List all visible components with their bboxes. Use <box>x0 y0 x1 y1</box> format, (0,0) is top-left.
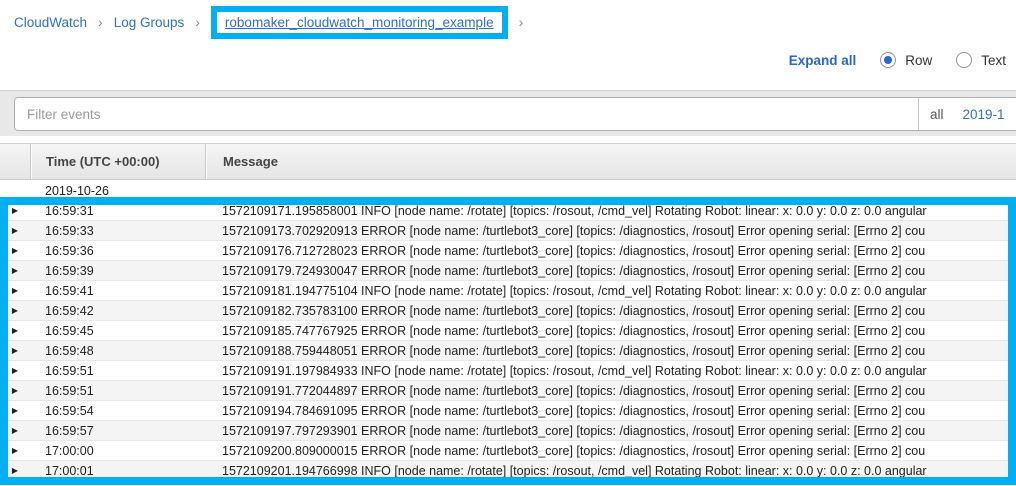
event-message: 1572109176.712728023 ERROR [node name: /… <box>205 244 1016 258</box>
breadcrumb-cloudwatch-link[interactable]: CloudWatch <box>14 15 87 30</box>
event-time: 17:00:01 <box>30 464 205 478</box>
event-time: 16:59:39 <box>30 264 205 278</box>
event-time: 16:59:41 <box>30 284 205 298</box>
event-message: 1572109194.784691095 ERROR [node name: /… <box>205 404 1016 418</box>
expand-all-button[interactable]: Expand all <box>789 53 857 68</box>
expand-arrow-icon[interactable]: ▶ <box>0 381 30 400</box>
cloudwatch-log-events-page: CloudWatch › Log Groups › robomaker_clou… <box>0 0 1016 486</box>
expand-column-header <box>0 144 30 179</box>
breadcrumb: CloudWatch › Log Groups › robomaker_clou… <box>14 0 534 44</box>
expand-arrow-icon[interactable]: ▶ <box>0 421 30 440</box>
event-time: 16:59:33 <box>30 224 205 238</box>
event-message: 1572109188.759448051 ERROR [node name: /… <box>205 344 1016 358</box>
event-time: 16:59:57 <box>30 424 205 438</box>
date-separator-row: 2019-10-26 <box>0 180 1016 201</box>
expand-arrow-icon[interactable]: ▶ <box>0 461 30 480</box>
expand-arrow-icon[interactable]: ▶ <box>0 241 30 260</box>
event-message: 1572109179.724930047 ERROR [node name: /… <box>205 264 1016 278</box>
expand-arrow-icon[interactable]: ▶ <box>0 321 30 340</box>
row-radio-label[interactable]: Row <box>905 53 932 68</box>
log-row[interactable]: ▶16:59:331572109173.702920913 ERROR [nod… <box>0 221 1016 241</box>
log-row[interactable]: ▶16:59:421572109182.735783100 ERROR [nod… <box>0 301 1016 321</box>
annotation-highlight-box: robomaker_cloudwatch_monitoring_example <box>211 6 508 39</box>
expand-arrow-icon[interactable]: ▶ <box>0 221 30 240</box>
event-time: 16:59:48 <box>30 344 205 358</box>
event-time: 16:59:54 <box>30 404 205 418</box>
log-row[interactable]: ▶17:00:001572109200.809000015 ERROR [nod… <box>0 441 1016 461</box>
filter-block: all 2019-1 <box>14 97 1016 131</box>
expand-arrow-icon[interactable]: ▶ <box>0 281 30 300</box>
expand-arrow-icon[interactable]: ▶ <box>0 201 30 220</box>
log-row[interactable]: ▶17:00:011572109201.194766998 INFO [node… <box>0 461 1016 481</box>
log-row[interactable]: ▶16:59:571572109197.797293901 ERROR [nod… <box>0 421 1016 441</box>
log-row[interactable]: ▶16:59:511572109191.772044897 ERROR [nod… <box>0 381 1016 401</box>
event-message: 1572109182.735783100 ERROR [node name: /… <box>205 304 1016 318</box>
event-message: 1572109191.197984933 INFO [node name: /r… <box>205 364 1016 378</box>
time-column-header[interactable]: Time (UTC +00:00) <box>30 144 205 179</box>
message-column-header[interactable]: Message <box>205 144 1016 179</box>
log-row[interactable]: ▶16:59:391572109179.724930047 ERROR [nod… <box>0 261 1016 281</box>
event-message: 1572109185.747767925 ERROR [node name: /… <box>205 324 1016 338</box>
row-radio[interactable] <box>880 52 896 68</box>
log-row[interactable]: ▶16:59:511572109191.197984933 INFO [node… <box>0 361 1016 381</box>
expand-arrow-icon[interactable]: ▶ <box>0 261 30 280</box>
filter-bar: all 2019-1 <box>0 90 1016 136</box>
event-time: 16:59:51 <box>30 364 205 378</box>
breadcrumb-log-group-link[interactable]: robomaker_cloudwatch_monitoring_example <box>225 15 494 30</box>
expand-arrow-icon[interactable]: ▶ <box>0 301 30 320</box>
match-mode-label: all <box>930 107 944 122</box>
divider <box>918 98 919 130</box>
event-time: 16:59:31 <box>30 204 205 218</box>
date-separator-label: 2019-10-26 <box>0 184 109 198</box>
expand-arrow-icon[interactable]: ▶ <box>0 341 30 360</box>
event-time: 16:59:42 <box>30 304 205 318</box>
log-row[interactable]: ▶16:59:411572109181.194775104 INFO [node… <box>0 281 1016 301</box>
log-row[interactable]: ▶16:59:541572109194.784691095 ERROR [nod… <box>0 401 1016 421</box>
chevron-right-icon: › <box>519 14 524 30</box>
log-row[interactable]: ▶16:59:481572109188.759448051 ERROR [nod… <box>0 341 1016 361</box>
breadcrumb-log-groups-link[interactable]: Log Groups <box>114 15 185 30</box>
filter-events-input[interactable] <box>15 98 918 130</box>
view-controls: Expand all Row Text <box>789 48 1006 72</box>
event-time: 16:59:45 <box>30 324 205 338</box>
date-range-link[interactable]: 2019-1 <box>963 107 1005 122</box>
chevron-right-icon: › <box>98 14 103 30</box>
log-rows: ▶16:59:311572109171.195858001 INFO [node… <box>0 201 1016 481</box>
log-row[interactable]: ▶16:59:361572109176.712728023 ERROR [nod… <box>0 241 1016 261</box>
event-time: 17:00:00 <box>30 444 205 458</box>
event-message: 1572109200.809000015 ERROR [node name: /… <box>205 444 1016 458</box>
event-message: 1572109181.194775104 INFO [node name: /r… <box>205 284 1016 298</box>
chevron-right-icon: › <box>195 14 200 30</box>
text-radio-label[interactable]: Text <box>981 53 1006 68</box>
event-time: 16:59:36 <box>30 244 205 258</box>
event-message: 1572109173.702920913 ERROR [node name: /… <box>205 224 1016 238</box>
table-header: Time (UTC +00:00) Message <box>0 143 1016 180</box>
expand-arrow-icon[interactable]: ▶ <box>0 361 30 380</box>
expand-arrow-icon[interactable]: ▶ <box>0 441 30 460</box>
event-time: 16:59:51 <box>30 384 205 398</box>
text-radio[interactable] <box>956 52 972 68</box>
log-row[interactable]: ▶16:59:451572109185.747767925 ERROR [nod… <box>0 321 1016 341</box>
event-message: 1572109197.797293901 ERROR [node name: /… <box>205 424 1016 438</box>
event-message: 1572109201.194766998 INFO [node name: /r… <box>205 464 1016 478</box>
expand-arrow-icon[interactable]: ▶ <box>0 401 30 420</box>
event-message: 1572109171.195858001 INFO [node name: /r… <box>205 204 1016 218</box>
event-message: 1572109191.772044897 ERROR [node name: /… <box>205 384 1016 398</box>
log-row[interactable]: ▶16:59:311572109171.195858001 INFO [node… <box>0 201 1016 221</box>
